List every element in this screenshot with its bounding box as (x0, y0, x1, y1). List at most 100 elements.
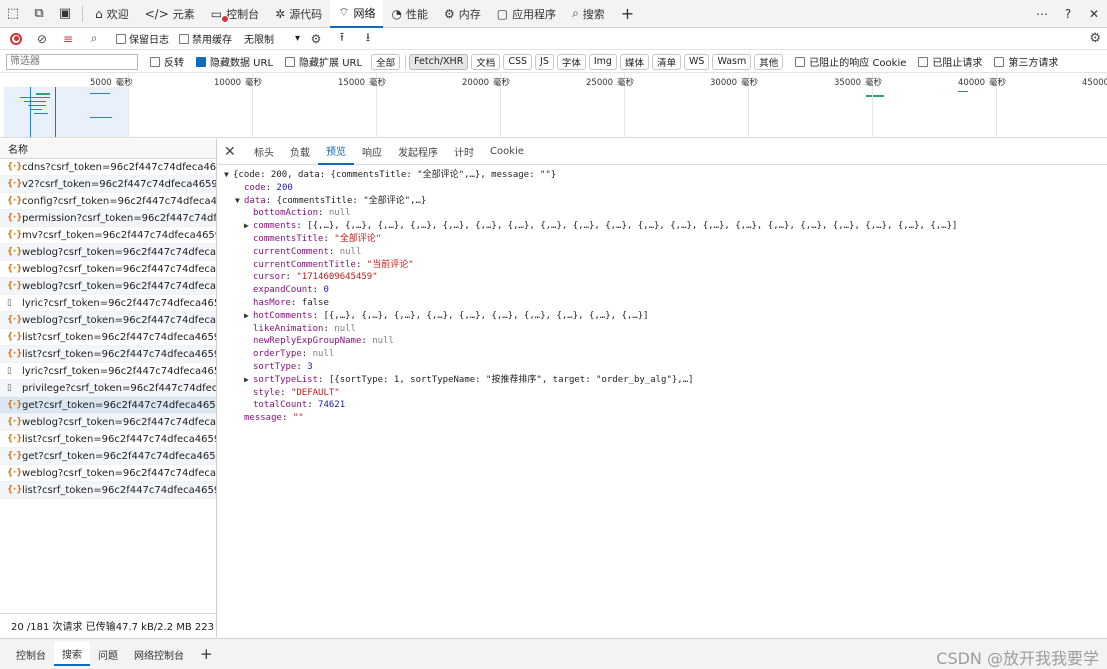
request-row[interactable]: {·}v2?csrf_token=96c2f447c74dfeca4659326… (0, 176, 216, 193)
drawer-tab-3[interactable]: 网络控制台 (126, 642, 192, 666)
add-panel-icon[interactable]: + (613, 4, 642, 23)
type-filter-1[interactable]: Fetch/XHR (409, 53, 469, 70)
disable-cache-checkbox[interactable]: 禁用缓存 (179, 31, 232, 46)
search-button[interactable]: ⌕ (82, 29, 106, 49)
device-emulation-icon[interactable]: ⧉ (26, 0, 52, 28)
expand-triangle-icon[interactable]: ▶ (244, 374, 253, 387)
name-column-header[interactable]: 名称 (0, 139, 216, 159)
timeline-overview[interactable]: 5000 毫秒 10000 毫秒 15000 毫秒 20000 毫秒 25000 毫秒 30000 毫… (0, 73, 1107, 138)
request-row[interactable]: ▯ privilege?csrf_token=96c2f447c74dfeca46… (0, 380, 216, 397)
json-value: null (328, 208, 351, 219)
request-row[interactable]: {·}list?csrf_token=96c2f447c74dfeca46593… (0, 329, 216, 346)
help-icon[interactable]: ? (1055, 0, 1081, 28)
detail-tab-5[interactable]: 计时 (446, 139, 482, 165)
json-line[interactable]: ▶ sortTypeList: [{sortType: 1, sortTypeNa… (218, 374, 1107, 387)
request-row[interactable]: {·}list?csrf_token=96c2f447c74dfeca46593… (0, 482, 216, 499)
type-filter-11[interactable]: 其他 (754, 53, 784, 70)
tab-3[interactable]: ✲ 源代码 (267, 0, 330, 28)
clear-button[interactable]: ⊘ (30, 29, 54, 49)
dock-icon[interactable]: ▣ (52, 0, 78, 28)
request-row[interactable]: {·}list?csrf_token=96c2f447c74dfeca46593… (0, 346, 216, 363)
detail-tab-2[interactable]: 预览 (318, 139, 354, 165)
filter-input[interactable] (6, 53, 138, 70)
hide-ext-urls-checkbox[interactable]: 隐藏扩展 URL (285, 54, 362, 69)
tab-1[interactable]: </> 元素 (137, 0, 203, 28)
type-filter-2[interactable]: 文档 (471, 53, 501, 70)
request-row[interactable]: {·}weblog?csrf_token=96c2f447c74dfeca465… (0, 465, 216, 482)
json-value: 3 (307, 361, 313, 372)
request-row[interactable]: {·}weblog?csrf_token=96c2f447c74dfeca465… (0, 278, 216, 295)
tab-4[interactable]: ⌔ 网络 (330, 0, 384, 28)
settings-gear-icon[interactable]: ⚙ (1089, 31, 1101, 46)
detail-tab-4[interactable]: 发起程序 (390, 139, 446, 165)
request-row[interactable]: {·}weblog?csrf_token=96c2f447c74dfeca465… (0, 414, 216, 431)
type-filter-10[interactable]: Wasm (712, 53, 752, 70)
inspect-icon[interactable]: ⬚ (0, 0, 26, 28)
export-icon[interactable]: ⭳ (356, 29, 380, 49)
json-line[interactable]: ▶ comments: [{,…}, {,…}, {,…}, {,…}, {,…}… (218, 220, 1107, 233)
request-row[interactable]: ▯ lyric?csrf_token=96c2f447c74dfeca465932… (0, 295, 216, 312)
blocked-requests-checkbox[interactable]: 已阻止请求 (918, 54, 982, 69)
request-row[interactable]: {·}get?csrf_token=96c2f447c74dfeca465932… (0, 397, 216, 414)
type-filter-8[interactable]: 清单 (651, 53, 681, 70)
request-row[interactable]: {·}weblog?csrf_token=96c2f447c74dfeca465… (0, 312, 216, 329)
tab-5[interactable]: ◔ 性能 (383, 0, 435, 28)
home-icon: ⌂ (95, 6, 103, 21)
drawer-tabs: 控制台 搜索 问题 网络控制台 (8, 642, 192, 666)
request-row[interactable]: {·}cdns?csrf_token=96c2f447c74dfeca46593… (0, 159, 216, 176)
type-filter-4[interactable]: JS (535, 53, 554, 70)
json-root[interactable]: ▼ {code: 200, data: {commentsTitle: "全部评论… (218, 169, 1107, 182)
json-line[interactable]: ▶ hotComments: [{,…}, {,…}, {,…}, {,…}, {… (218, 310, 1107, 323)
blocked-cookies-checkbox[interactable]: 已阻止的响应 Cookie (795, 54, 906, 69)
type-filter-0[interactable]: 全部 (371, 53, 401, 70)
json-key: hotComments (253, 310, 313, 321)
request-row[interactable]: {·}config?csrf_token=96c2f447c74dfeca465… (0, 193, 216, 210)
expand-triangle-icon[interactable]: ▼ (224, 169, 233, 182)
throttle-select[interactable]: 无限制 ▾ (242, 31, 302, 47)
drawer-tab-1[interactable]: 搜索 (54, 642, 90, 666)
type-filter-9[interactable]: WS (684, 53, 710, 70)
timeline-bar (24, 101, 46, 102)
request-row[interactable]: {·}permission?csrf_token=96c2f447c74dfec… (0, 210, 216, 227)
add-drawer-tab-icon[interactable]: + (192, 645, 221, 663)
invert-checkbox[interactable]: 反转 (150, 54, 184, 69)
request-row[interactable]: {·}weblog?csrf_token=96c2f447c74dfeca465… (0, 244, 216, 261)
expand-triangle-icon[interactable]: ▼ (235, 195, 244, 208)
type-filter-6[interactable]: Img (588, 53, 617, 70)
tab-8[interactable]: ⌕ 搜索 (564, 0, 613, 28)
record-button[interactable] (4, 29, 28, 49)
request-row[interactable]: {·}mv?csrf_token=96c2f447c74dfeca4659326… (0, 227, 216, 244)
drawer-tab-0[interactable]: 控制台 (8, 642, 54, 666)
third-party-checkbox[interactable]: 第三方请求 (994, 54, 1058, 69)
more-icon[interactable]: ⋯ (1029, 0, 1055, 28)
preserve-log-checkbox[interactable]: 保留日志 (116, 31, 169, 46)
tab-0[interactable]: ⌂ 欢迎 (87, 0, 137, 28)
json-data-node[interactable]: ▼ data: {commentsTitle: "全部评论",…} (218, 195, 1107, 208)
drawer-tab-2[interactable]: 问题 (90, 642, 126, 666)
tab-7[interactable]: ▢ 应用程序 (489, 0, 564, 28)
detail-tab-0[interactable]: 标头 (246, 139, 282, 165)
filter-toggle-button[interactable]: ≡ (56, 29, 80, 49)
type-filter-7[interactable]: 媒体 (619, 53, 649, 70)
tick-value: 45000 (1082, 78, 1107, 88)
request-row[interactable]: {·}get?csrf_token=96c2f447c74dfeca465932… (0, 448, 216, 465)
detail-tab-1[interactable]: 负载 (282, 139, 318, 165)
close-details-icon[interactable]: ✕ (224, 144, 246, 160)
tab-6[interactable]: ⚙ 内存 (436, 0, 489, 28)
network-conditions-icon[interactable]: ⚙ (304, 29, 328, 49)
expand-triangle-icon[interactable]: ▶ (244, 310, 253, 323)
close-icon[interactable]: ✕ (1081, 0, 1107, 28)
import-icon[interactable]: ⭱ (330, 29, 354, 49)
expand-triangle-icon[interactable]: ▶ (244, 220, 253, 233)
detail-tab-3[interactable]: 响应 (354, 139, 390, 165)
type-filter-3[interactable]: CSS (503, 53, 533, 70)
timeline-bar (30, 109, 42, 110)
tab-2[interactable]: ▭ 控制台 (203, 0, 267, 28)
detail-tab-6[interactable]: Cookie (482, 139, 532, 165)
hide-data-urls-checkbox[interactable]: 隐藏数据 URL (196, 54, 273, 69)
request-row[interactable]: {·}weblog?csrf_token=96c2f447c74dfeca465… (0, 261, 216, 278)
request-row[interactable]: {·}list?csrf_token=96c2f447c74dfeca46593… (0, 431, 216, 448)
request-row[interactable]: ▯ lyric?csrf_token=96c2f447c74dfeca465932… (0, 363, 216, 380)
type-filter-5[interactable]: 字体 (556, 53, 586, 70)
json-token: : (307, 400, 319, 411)
